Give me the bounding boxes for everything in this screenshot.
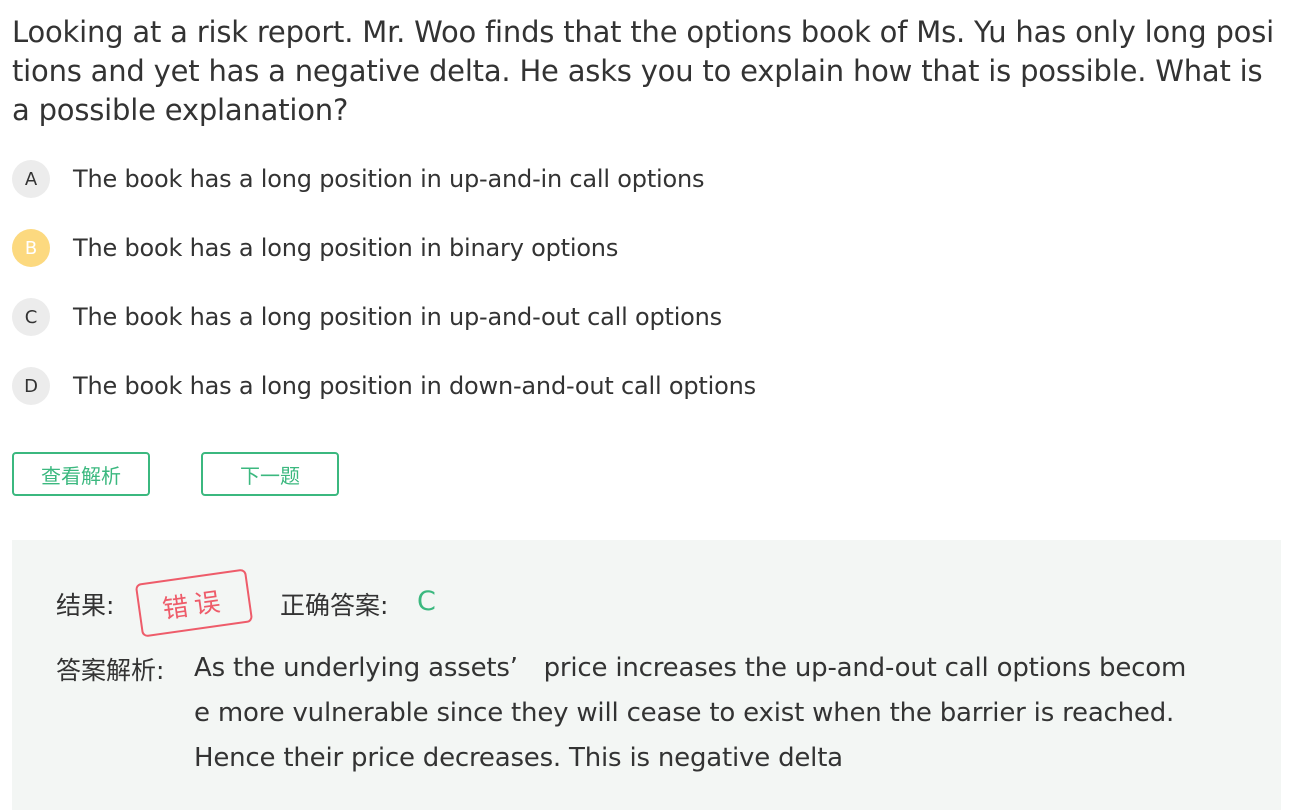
option-d[interactable]: D The book has a long position in down-a… xyxy=(12,367,1282,405)
view-analysis-button[interactable]: 查看解析 xyxy=(12,452,150,496)
option-label: The book has a long position in binary o… xyxy=(73,234,619,262)
explanation-text: As the underlying assets’ price increase… xyxy=(194,653,1187,773)
option-label: The book has a long position in up-and-o… xyxy=(73,303,722,331)
correct-answer-label: 正确答案: xyxy=(280,591,389,620)
next-question-button[interactable]: 下一题 xyxy=(201,452,339,496)
options-list: A The book has a long position in up-and… xyxy=(12,160,1282,436)
question-text: Looking at a risk report. Mr. Woo finds … xyxy=(12,15,1274,127)
option-letter-badge: B xyxy=(12,229,50,267)
explanation-label: 答案解析: xyxy=(56,656,165,685)
option-letter-badge: C xyxy=(12,298,50,336)
option-label: The book has a long position in down-and… xyxy=(73,372,756,400)
option-c[interactable]: C The book has a long position in up-and… xyxy=(12,298,1282,336)
option-letter-badge: D xyxy=(12,367,50,405)
option-letter-badge: A xyxy=(12,160,50,198)
option-b[interactable]: B The book has a long position in binary… xyxy=(12,229,1282,267)
result-panel: 结果: 错误 正确答案: C 答案解析: As the underlying a… xyxy=(12,540,1281,810)
result-label: 结果: xyxy=(56,591,115,620)
wrong-stamp: 错误 xyxy=(134,568,254,638)
correct-answer-value: C xyxy=(417,586,436,617)
option-label: The book has a long position in up-and-i… xyxy=(73,165,705,193)
option-a[interactable]: A The book has a long position in up-and… xyxy=(12,160,1282,198)
